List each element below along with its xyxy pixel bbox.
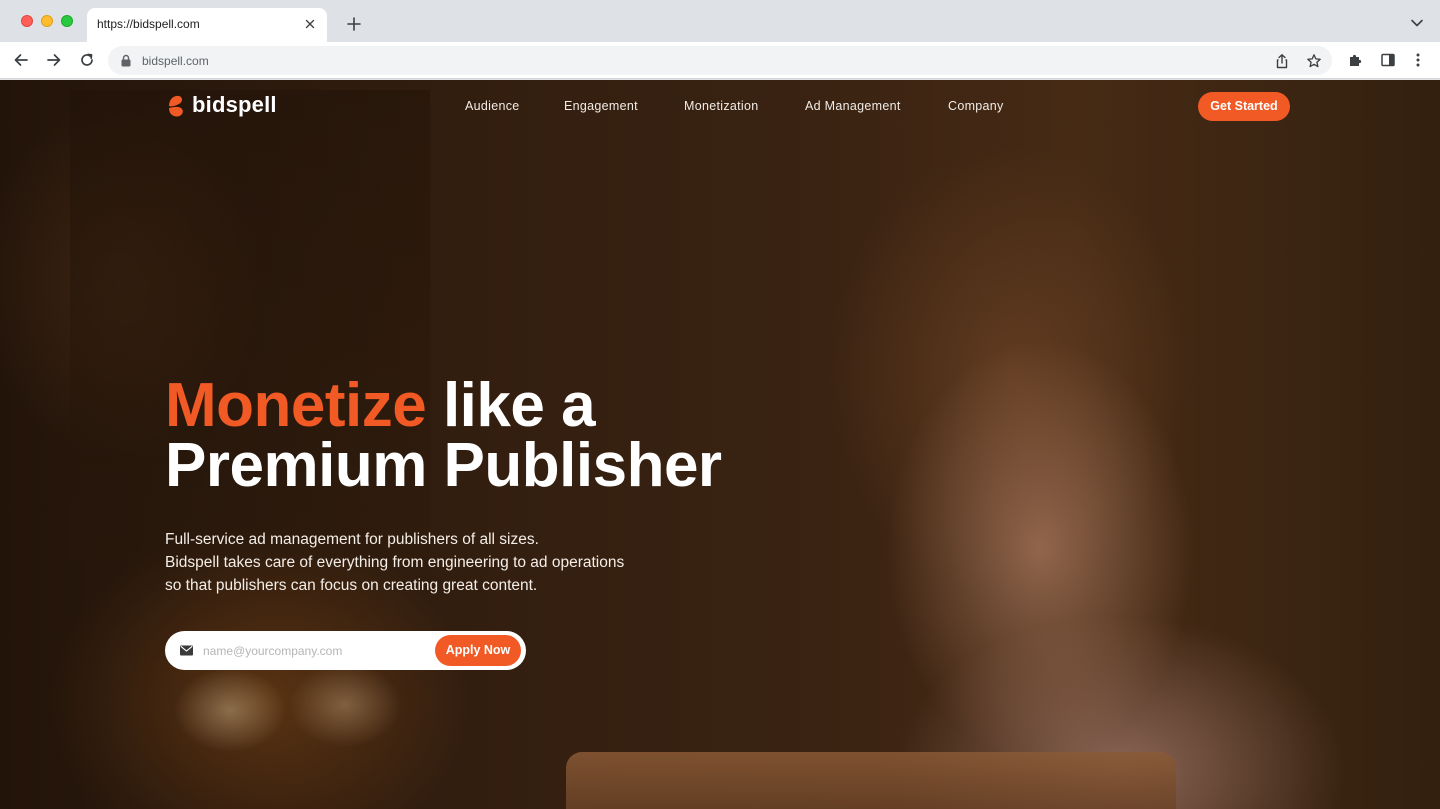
side-panel-icon[interactable] (1380, 52, 1396, 68)
headline-line-2: Premium Publisher (165, 431, 722, 500)
extensions-puzzle-icon[interactable] (1348, 52, 1364, 68)
apply-now-button[interactable]: Apply Now (435, 635, 521, 666)
minimize-window-button[interactable] (41, 15, 53, 27)
back-arrow-icon[interactable] (12, 51, 30, 69)
browser-toolbar: bidspell.com (0, 42, 1440, 79)
logo-mark-icon (169, 95, 183, 117)
hero-subtext-line-1: Full-service ad management for publisher… (165, 531, 539, 548)
lock-icon[interactable] (120, 54, 132, 67)
browser-tab[interactable]: https://bidspell.com (87, 8, 327, 42)
chevron-down-icon[interactable] (1410, 17, 1424, 29)
hero-subtext-line-3: so that publishers can focus on creating… (165, 577, 538, 594)
nav-audience[interactable]: Audience (465, 99, 520, 113)
close-tab-icon[interactable] (302, 16, 318, 32)
hero-headline: Monetize like a Premium Publisher (165, 375, 722, 500)
address-bar[interactable]: bidspell.com (108, 46, 1332, 75)
new-tab-icon[interactable] (345, 15, 363, 33)
browser-tab-bar: https://bidspell.com (0, 0, 1440, 42)
more-menu-icon[interactable] (1410, 52, 1426, 68)
reload-icon[interactable] (78, 51, 96, 69)
maximize-window-button[interactable] (61, 15, 73, 27)
forward-arrow-icon[interactable] (45, 51, 63, 69)
get-started-button[interactable]: Get Started (1198, 92, 1290, 121)
nav-company[interactable]: Company (948, 99, 1004, 113)
url-text: bidspell.com (142, 54, 209, 68)
page-viewport: bidspell Audience Engagement Monetizatio… (0, 80, 1440, 809)
brand-name: bidspell (192, 92, 277, 117)
laptop-shape (566, 752, 1176, 809)
headline-accent: Monetize (165, 371, 427, 440)
nav-ad-management[interactable]: Ad Management (805, 99, 901, 113)
nav-engagement[interactable]: Engagement (564, 99, 638, 113)
tab-title: https://bidspell.com (97, 17, 200, 31)
email-input[interactable] (203, 640, 423, 661)
nav-monetization[interactable]: Monetization (684, 99, 758, 113)
envelope-icon (180, 645, 193, 656)
share-icon[interactable] (1274, 53, 1290, 69)
bookmark-star-icon[interactable] (1306, 53, 1322, 69)
hero-subtext-line-2: Bidspell takes care of everything from e… (165, 554, 625, 571)
email-signup-form: Apply Now (165, 631, 526, 670)
close-window-button[interactable] (21, 15, 33, 27)
site-logo[interactable]: bidspell (166, 92, 286, 119)
headline-rest: like a (426, 371, 596, 440)
